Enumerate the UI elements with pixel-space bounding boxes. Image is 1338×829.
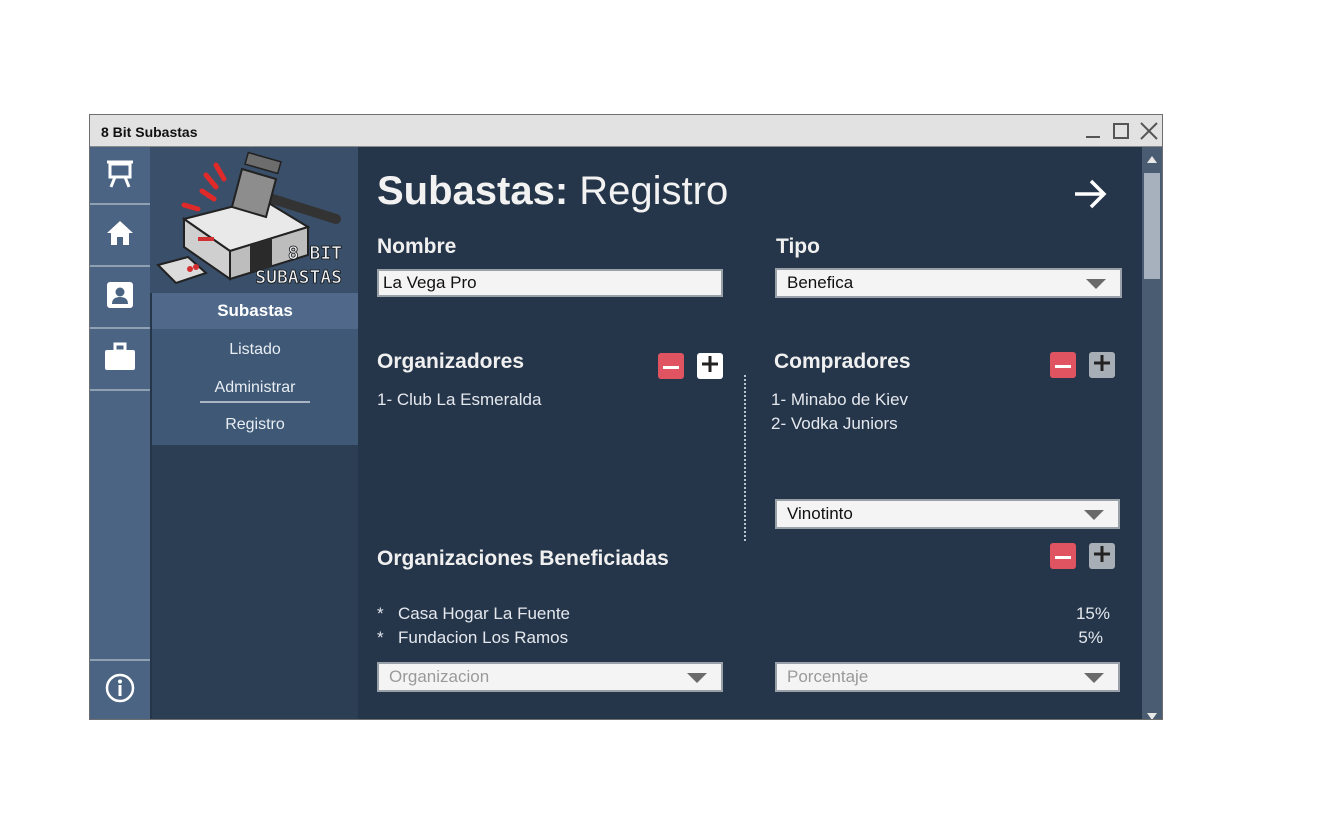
app-logo: 8 BIT SUBASTAS — [150, 147, 358, 293]
active-underline — [200, 401, 310, 403]
nav-item-business[interactable] — [90, 329, 150, 391]
organizador-item: 1- Club La Esmeralda — [377, 390, 542, 409]
chevron-down-icon — [687, 673, 707, 683]
comprador-item: 1- Minabo de Kiev — [771, 390, 909, 409]
comprador-item: 2- Vodka Juniors — [771, 414, 898, 433]
contact-card-icon — [106, 281, 134, 314]
compradores-label: Compradores — [774, 350, 911, 373]
logo-line1: 8 BIT — [288, 243, 342, 264]
minus-icon — [1055, 356, 1071, 374]
chevron-down-icon — [1086, 279, 1106, 289]
beneficiada-name: Casa Hogar La Fuente — [398, 604, 570, 623]
presentation-board-icon — [104, 157, 136, 194]
beneficiada-bullet: * — [377, 628, 384, 647]
comprador-select-value: Vinotinto — [787, 504, 853, 523]
chevron-down-icon — [1084, 510, 1104, 520]
beneficiada-bullet: * — [377, 604, 384, 623]
console-gavel-illustration: 8 BIT SUBASTAS — [156, 151, 343, 288]
title-bar: 8 Bit Subastas — [90, 115, 1162, 147]
nav-item-home[interactable] — [90, 205, 150, 267]
add-beneficiada-button[interactable] — [1089, 543, 1115, 569]
organizacion-placeholder: Organizacion — [389, 667, 490, 686]
window-title: 8 Bit Subastas — [101, 124, 198, 140]
remove-organizador-button[interactable] — [658, 353, 684, 379]
column-divider — [744, 375, 746, 541]
add-comprador-button[interactable] — [1089, 352, 1115, 378]
tipo-select[interactable]: Benefica — [775, 268, 1122, 298]
sub-menu-header[interactable]: Subastas — [152, 293, 358, 329]
comprador-select[interactable]: Vinotinto — [775, 499, 1120, 529]
add-organizador-button[interactable] — [697, 353, 723, 379]
organizadores-label: Organizadores — [377, 350, 525, 373]
tipo-label: Tipo — [776, 235, 820, 258]
nombre-input[interactable]: La Vega Pro — [377, 269, 723, 297]
porcentaje-placeholder: Porcentaje — [787, 667, 869, 686]
minus-icon — [663, 357, 679, 375]
home-icon — [105, 218, 135, 253]
sub-menu-link-listado[interactable]: Listado — [152, 341, 358, 359]
scroll-up-icon[interactable] — [1147, 151, 1157, 169]
vertical-scrollbar[interactable] — [1142, 147, 1162, 719]
organizacion-select[interactable]: Organizacion — [377, 662, 723, 692]
sub-menu: Subastas Listado Administrar Registro — [152, 293, 358, 719]
close-icon[interactable] — [1139, 121, 1159, 141]
logo-line2: SUBASTAS — [255, 267, 342, 288]
page-title-rest: Registro — [568, 169, 729, 213]
scrollbar-thumb[interactable] — [1144, 173, 1160, 279]
beneficiada-name: Fundacion Los Ramos — [398, 628, 569, 647]
sub-menu-link-registro[interactable]: Registro — [152, 416, 358, 434]
remove-comprador-button[interactable] — [1050, 352, 1076, 378]
porcentaje-select[interactable]: Porcentaje — [775, 662, 1120, 692]
tipo-select-value: Benefica — [787, 273, 854, 292]
app-window: 8 Bit Subastas 8 BIT SUBASTAS Subastas L… — [89, 114, 1163, 720]
beneficiada-percent: 5% — [1078, 628, 1103, 647]
sub-menu-link-administrar[interactable]: Administrar — [152, 379, 358, 397]
scroll-down-icon[interactable] — [1147, 708, 1157, 719]
minimize-icon[interactable] — [1083, 121, 1103, 141]
nav-item-info[interactable] — [90, 659, 150, 719]
page-title-bold: Subastas: — [377, 169, 569, 213]
nombre-label: Nombre — [377, 235, 457, 258]
beneficiadas-label: Organizaciones Beneficiadas — [377, 547, 669, 570]
chevron-down-icon — [1084, 673, 1104, 683]
nav-item-auctions[interactable] — [90, 147, 150, 205]
sub-menu-block: Subastas Listado Administrar Registro — [152, 293, 358, 445]
nav-item-contacts[interactable] — [90, 267, 150, 329]
main-content: Subastas: Registro Nombre La Vega Pro Ti… — [358, 147, 1142, 719]
page-title: Subastas: Registro — [377, 169, 728, 214]
plus-icon — [702, 355, 718, 377]
icon-nav — [90, 147, 150, 719]
minus-icon — [1055, 547, 1071, 565]
plus-icon — [1094, 354, 1110, 376]
maximize-icon[interactable] — [1111, 121, 1131, 141]
arrow-right-icon[interactable] — [1072, 177, 1108, 216]
info-icon — [104, 672, 136, 709]
beneficiada-percent: 15% — [1075, 604, 1110, 623]
remove-beneficiada-button[interactable] — [1050, 543, 1076, 569]
briefcase-icon — [104, 342, 136, 377]
plus-icon — [1094, 545, 1110, 567]
